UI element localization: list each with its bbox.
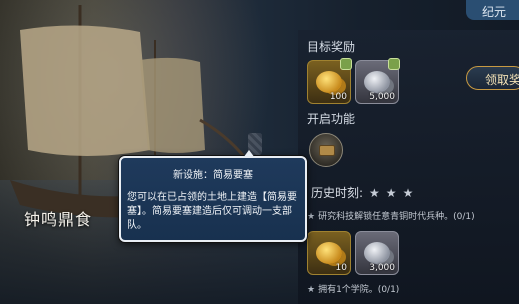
gold-coin-reward[interactable]: 10 (307, 231, 351, 275)
task-text: 研究科技解锁任意青铜时代兵种。(0/1) (318, 212, 475, 222)
page-title: 钟鸣鼎食 (24, 210, 93, 229)
claim-reward-button[interactable]: 领取奖 (466, 66, 519, 90)
gold-coin-icon (316, 71, 342, 93)
gift-badge-icon (388, 58, 400, 70)
tab-era[interactable]: 纪元 (466, 0, 519, 20)
reward-section-label: 目标奖励 (307, 40, 356, 54)
task-star-icon: ★ (307, 212, 316, 222)
reward-quantity: 10 (335, 263, 347, 273)
history-moment: 历史时刻: ★★★ (311, 184, 419, 201)
silver-coin-icon (364, 242, 390, 264)
facility-tooltip[interactable]: 新设施：简易要塞 您可以在已占领的土地上建造【简易要塞】。简易要塞建造后仅可调动… (119, 150, 307, 242)
silver-coin-reward[interactable]: 3,000 (355, 231, 399, 275)
gift-badge-icon (340, 58, 352, 70)
treasure-chest-icon (319, 145, 335, 156)
silver-coin-icon (364, 71, 390, 93)
history-label: 历史时刻: (311, 186, 364, 200)
history-task: ★ 拥有1个学院。(0/1) (307, 282, 399, 295)
reward-quantity: 5,000 (369, 92, 395, 102)
unlock-feature-button[interactable] (309, 133, 343, 167)
history-stars: ★★★ (369, 186, 420, 200)
unlock-section-label: 开启功能 (307, 112, 356, 126)
tooltip-pointer (243, 150, 255, 158)
silver-coin-reward[interactable]: 5,000 (355, 58, 400, 104)
task-text: 拥有1个学院。(0/1) (318, 285, 400, 295)
gold-coin-reward[interactable]: 100 (307, 58, 352, 104)
reward-quantity: 100 (329, 92, 347, 102)
tooltip-body: 您可以在已占领的土地上建造【简易要塞】。简易要塞建造后仅可调动一支部队。 (127, 192, 297, 231)
gold-coin-icon (316, 242, 342, 264)
history-task: ★ 研究科技解锁任意青铜时代兵种。(0/1) (307, 209, 475, 222)
tooltip-title: 新设施：简易要塞 (173, 170, 253, 181)
task-star-icon: ★ (307, 285, 316, 295)
reward-quantity: 3,000 (369, 263, 395, 273)
